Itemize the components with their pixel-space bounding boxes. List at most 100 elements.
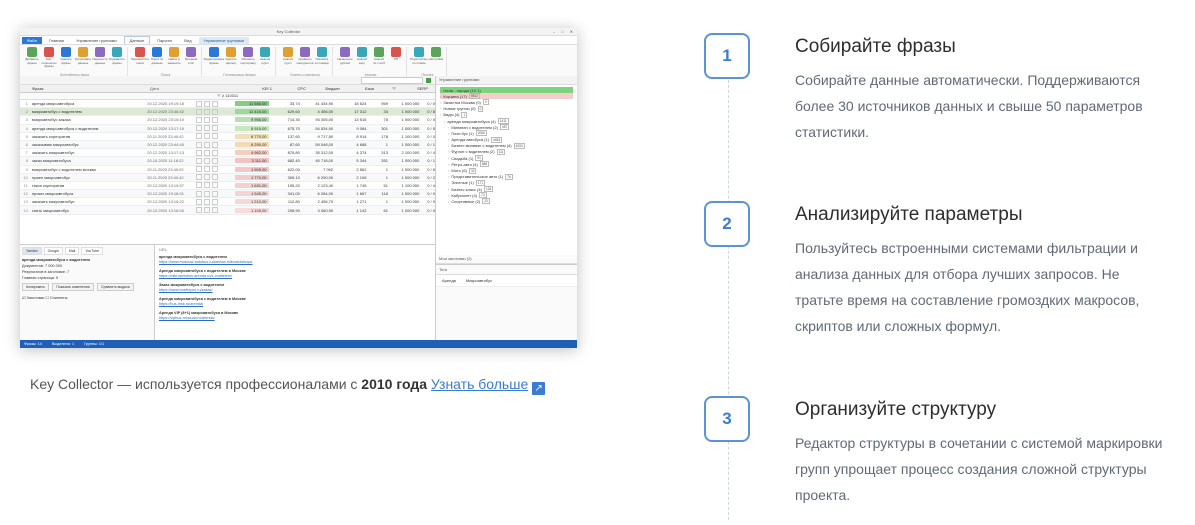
flag-icon[interactable]	[196, 125, 203, 132]
external-link-icon[interactable]: ↗	[532, 382, 546, 395]
flag-icon[interactable]	[196, 100, 203, 107]
table-row[interactable]: 2 микроавтобус с водителем 20.12.2020 23:4…	[20, 108, 435, 117]
flag-icon[interactable]	[204, 157, 211, 164]
col-base[interactable]: База	[342, 86, 376, 91]
serp-result-link[interactable]: https://mikroavtobus-arenda.ru/s-voditel…	[159, 274, 431, 279]
group-item[interactable]: › Спортивные (2) 23	[440, 198, 573, 205]
flag-icon[interactable]	[204, 141, 211, 148]
flag-icon[interactable]	[204, 133, 211, 140]
table-row[interactable]: 1 аренда микроавтобуса 20.12.2020 19:19:18…	[20, 100, 435, 109]
ribbon-button[interactable]: Переместить поиск	[131, 47, 149, 65]
ribbon-button[interactable]: Показать в словаре	[315, 47, 329, 65]
close-icon[interactable]: ✕	[570, 29, 573, 34]
chevron-right-icon[interactable]: ›	[448, 137, 449, 142]
col-date[interactable]: Дата	[150, 86, 200, 91]
flag-icon[interactable]	[212, 174, 219, 181]
flag-icon[interactable]	[204, 116, 211, 123]
chevron-right-icon[interactable]: ›	[448, 162, 449, 167]
serp-result-link[interactable]: https://www.busforyou.ru/zakaz/	[159, 288, 431, 293]
ribbon-button[interactable]: КП	[389, 47, 403, 62]
serp-result-link[interactable]: https://www.moscow-autobus.ru/arenda-mik…	[159, 260, 431, 265]
flag-icon[interactable]	[212, 125, 219, 132]
compare-serp-button[interactable]: Сравнить выдачи	[97, 283, 134, 291]
tab-youtube[interactable]: YouTube	[81, 247, 104, 255]
col-exact[interactable]: "!"	[376, 86, 398, 91]
ribbon-button[interactable]: Анализ по столб	[372, 47, 386, 65]
tab-mail[interactable]: Mail	[64, 247, 80, 255]
flag-icon[interactable]	[212, 198, 219, 205]
tab-yandex[interactable]: Yandex	[22, 247, 42, 255]
flag-icon[interactable]	[212, 108, 219, 115]
flag-icon[interactable]	[196, 174, 203, 181]
col-cpc[interactable]: CPC	[274, 86, 308, 91]
col-budget[interactable]: Бюджет	[308, 86, 342, 91]
flag-icon[interactable]	[196, 108, 203, 115]
table-row[interactable]: 5 заказать корпоратив 20.11.2020 23:40:42 8…	[20, 133, 435, 141]
groups-footer[interactable]: Мои заготовки (2)	[436, 255, 577, 264]
flag-icon[interactable]	[212, 190, 219, 197]
table-row[interactable]: 13 заказать микроавтобус 20.12.2020 13:16:…	[20, 198, 435, 207]
flag-icon[interactable]	[204, 149, 211, 156]
flag-icon[interactable]	[196, 207, 203, 214]
minimize-icon[interactable]: –	[553, 29, 555, 34]
table-row[interactable]: 11 такси корпоратив 20.12.2020 13:19:57 1 6…	[20, 182, 435, 191]
ribbon-button[interactable]: Копировать данные	[75, 47, 91, 65]
table-row[interactable]: 10 нужен микроавтобус 20.11.2020 23:40:42 1…	[20, 173, 435, 182]
table-row[interactable]: 12 прокат микроавтобуса 20.12.2020 19:18:0…	[20, 190, 435, 199]
ribbon-button[interactable]: Кол-попроекты фразы	[42, 47, 56, 69]
ribbon-button[interactable]: Анализ групп	[281, 47, 295, 65]
tab-group-management[interactable]: Управление группами	[71, 37, 122, 44]
ribbon-button[interactable]: Подсветить фразы	[109, 47, 125, 65]
flag-icon[interactable]	[212, 141, 219, 148]
chevron-right-icon[interactable]: ›	[448, 199, 449, 204]
tab-context-groups[interactable]: Управление группами	[198, 37, 250, 44]
flag-icon[interactable]	[204, 190, 211, 197]
serp-result-link[interactable]: https://vipbus-moscow.ru/arenda/	[159, 316, 431, 321]
table-row[interactable]: 6 заказываю микроавтобус 20.12.2020 23:44:…	[20, 140, 435, 150]
col-serp[interactable]: SERP	[398, 86, 430, 91]
chevron-right-icon[interactable]: ›	[448, 149, 449, 154]
table-row[interactable]: 3 микроавтобус заказа 20.12.2020 23:15:10 9…	[20, 116, 435, 125]
flag-icon[interactable]	[196, 166, 203, 173]
flag-icon[interactable]	[204, 182, 211, 189]
chevron-right-icon[interactable]: ›	[448, 180, 449, 185]
flag-icon[interactable]	[204, 166, 211, 173]
ribbon-button[interactable]: Редактировать фразы	[204, 47, 224, 65]
ribbon-button[interactable]: Удалить фразы	[59, 47, 73, 65]
chevron-right-icon[interactable]: ›	[440, 106, 441, 111]
tab-parsing[interactable]: Парсинг	[152, 37, 177, 44]
maximize-icon[interactable]: □	[561, 29, 563, 34]
flag-icon[interactable]	[204, 108, 211, 115]
tag-value[interactable]: Микроавтобус	[466, 278, 492, 283]
col-phrase[interactable]: Фраза	[30, 86, 150, 91]
tab-data[interactable]: Данные	[123, 36, 151, 44]
chevron-right-icon[interactable]: ›	[444, 119, 445, 124]
serp-result-link[interactable]: https://bus-msk.ru/arenda/	[159, 302, 431, 307]
flag-icon[interactable]	[212, 157, 219, 164]
flag-icon[interactable]	[204, 207, 211, 214]
chevron-right-icon[interactable]: ›	[440, 112, 441, 117]
tab-file[interactable]: Файл	[22, 37, 42, 44]
ribbon-button[interactable]: Пересчитать по ставке	[410, 47, 428, 65]
flag-icon[interactable]	[212, 133, 219, 140]
table-row[interactable]: 14 снять микроавтобус 20.10.2020 13:16:00 1…	[20, 206, 435, 215]
tab-view[interactable]: Вид	[179, 37, 196, 44]
copy-button[interactable]: Копировать	[22, 283, 49, 291]
flag-icon[interactable]	[196, 141, 203, 148]
ribbon-button[interactable]: Настройки	[429, 47, 443, 62]
flag-icon[interactable]	[212, 149, 219, 156]
table-row[interactable]: 9 микроавтобус с водителем москва 20.11.20…	[20, 166, 435, 174]
chevron-right-icon[interactable]: ›	[448, 193, 449, 198]
ribbon-button[interactable]: Мощный стоп	[184, 47, 198, 65]
ribbon-button[interactable]: Анализ групп	[258, 47, 272, 65]
learn-more-link[interactable]: Узнать больше	[431, 376, 528, 392]
chevron-right-icon[interactable]: ›	[440, 88, 441, 93]
chevron-right-icon[interactable]: ›	[440, 100, 441, 105]
flag-icon[interactable]	[196, 190, 203, 197]
show-changes-button[interactable]: Показать изменения	[52, 283, 94, 291]
flag-icon[interactable]	[212, 166, 219, 173]
flag-icon[interactable]	[196, 149, 203, 156]
flag-icon[interactable]	[212, 116, 219, 123]
table-row[interactable]: 4 аренда микроавтобуса с водителем 20.12.2…	[20, 124, 435, 133]
table-row[interactable]: 8 заказ микроавтобуса 20.10.2020 11:16:22 3…	[20, 157, 435, 166]
